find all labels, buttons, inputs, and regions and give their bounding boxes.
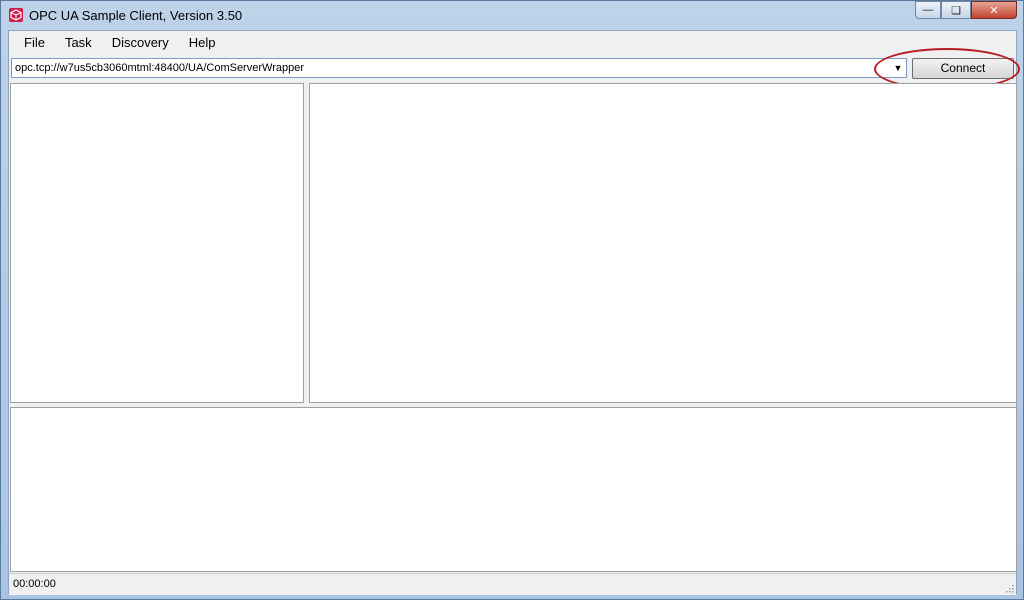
endpoint-url-value: opc.tcp://w7us5cb3060mtml:48400/UA/ComSe… <box>15 62 304 74</box>
menu-discovery[interactable]: Discovery <box>102 31 179 55</box>
caption-buttons: — ❏ ✕ <box>915 1 1017 21</box>
minimize-button[interactable]: — <box>915 1 941 19</box>
resize-grip-icon[interactable] <box>1004 583 1014 593</box>
status-bar: 00:00:00 <box>9 573 1016 595</box>
close-button[interactable]: ✕ <box>971 1 1017 19</box>
window-title: OPC UA Sample Client, Version 3.50 <box>29 8 243 23</box>
connect-button[interactable]: Connect <box>912 58 1014 79</box>
dropdown-arrow-icon[interactable]: ▼ <box>890 59 906 77</box>
minimize-icon: — <box>922 4 934 16</box>
menu-help[interactable]: Help <box>179 31 226 55</box>
restore-icon: ❏ <box>951 4 961 17</box>
title-bar[interactable]: OPC UA Sample Client, Version 3.50 — ❏ ✕ <box>1 1 1023 29</box>
client-area: File Task Discovery Help opc.tcp://w7us5… <box>8 30 1020 595</box>
maximize-button[interactable]: ❏ <box>941 1 971 19</box>
endpoint-url-combobox[interactable]: opc.tcp://w7us5cb3060mtml:48400/UA/ComSe… <box>11 58 907 78</box>
attributes-pane[interactable] <box>309 83 1017 403</box>
menu-task[interactable]: Task <box>55 31 102 55</box>
menu-file[interactable]: File <box>9 31 55 55</box>
menu-bar: File Task Discovery Help <box>9 31 1016 55</box>
address-row: opc.tcp://w7us5cb3060mtml:48400/UA/ComSe… <box>11 58 1015 80</box>
opc-app-icon <box>9 8 23 22</box>
browse-tree-pane[interactable] <box>10 83 304 403</box>
status-time: 00:00:00 <box>13 578 56 590</box>
output-pane[interactable] <box>10 407 1017 572</box>
app-window: OPC UA Sample Client, Version 3.50 — ❏ ✕… <box>0 0 1024 600</box>
close-icon: ✕ <box>989 4 999 17</box>
